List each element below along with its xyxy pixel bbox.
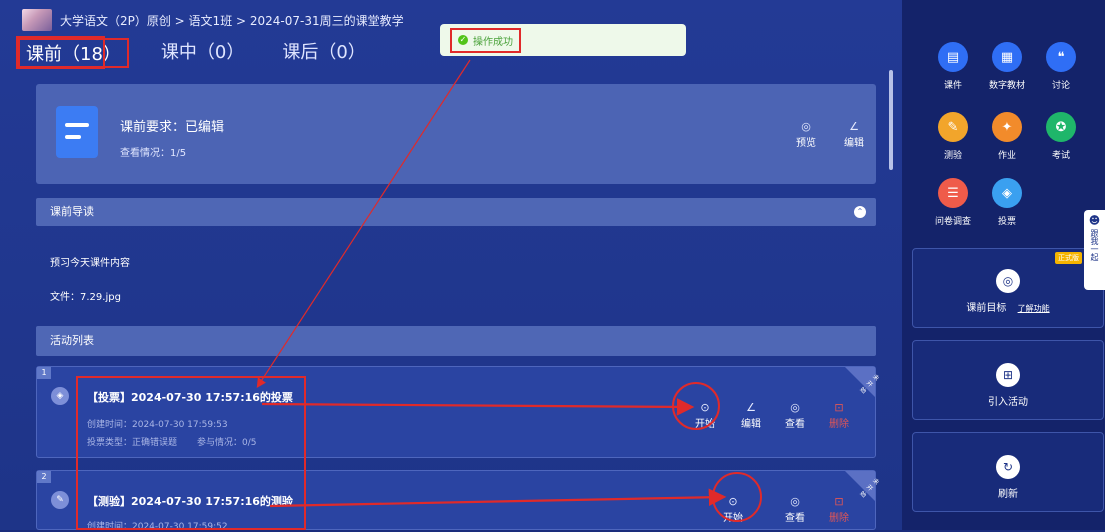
- breadcrumb: 大学语文（2P）原创 > 语文1班 > 2024-07-31周三的课堂教学: [22, 8, 404, 32]
- annotation-tab-box: [16, 36, 105, 69]
- tool-discussion[interactable]: ❝ 讨论: [1034, 42, 1088, 91]
- vote-icon: ◈: [51, 387, 69, 405]
- pencil-icon: ∠: [746, 401, 756, 414]
- tool-courseware[interactable]: ▤ 课件: [926, 42, 980, 91]
- breadcrumb-text[interactable]: 大学语文（2P）原创 > 语文1班 > 2024-07-31周三的课堂教学: [60, 12, 404, 29]
- import-label: 引入活动: [988, 397, 1028, 408]
- trash-icon: ⊡: [834, 495, 844, 508]
- tool-exam[interactable]: ✪ 考试: [1034, 112, 1088, 161]
- delete-label: 删除: [829, 419, 849, 430]
- view-button[interactable]: ◎ 查看: [785, 495, 805, 524]
- robot-icon: ☻: [1088, 214, 1101, 227]
- tool-label: 数字教材: [988, 81, 1025, 91]
- tool-label: 课件: [943, 81, 962, 91]
- tab-after-class[interactable]: 课后（0）: [276, 38, 371, 68]
- annotation-box: [76, 376, 306, 530]
- tool-survey[interactable]: ☰ 问卷调查: [926, 178, 980, 227]
- tool-label: 测验: [943, 151, 962, 161]
- tool-label: 作业: [997, 151, 1016, 161]
- toast-highlight: ✓ 操作成功: [450, 27, 521, 53]
- edit-button[interactable]: ∠ 编辑: [844, 120, 864, 149]
- refresh-label: 刷新: [998, 489, 1018, 500]
- eye-icon: ◎: [790, 401, 800, 414]
- course-thumbnail: [22, 9, 52, 31]
- guide-header[interactable]: 课前导读 ⌃: [36, 198, 876, 226]
- tool-label: 讨论: [1051, 81, 1070, 91]
- right-sidebar: ▤ 课件 ▦ 数字教材 ❝ 讨论 ✎ 测验 ✦ 作业 ✪ 考试 ☰ 问卷调查 ◈…: [902, 0, 1105, 530]
- toast-text: 操作成功: [473, 36, 513, 48]
- survey-icon: ☰: [938, 178, 968, 208]
- pencil-icon: ∠: [849, 120, 859, 133]
- status-text: 未开始: [858, 477, 881, 500]
- requirement-title: 课前要求：已编辑: [120, 120, 225, 135]
- refresh-icon: ↻: [996, 455, 1020, 479]
- status-ribbon: 未开始: [845, 471, 880, 501]
- status-text: 未开始: [858, 373, 881, 396]
- check-icon: ✓: [458, 35, 468, 45]
- success-toast: ✓ 操作成功: [440, 24, 686, 56]
- delete-button[interactable]: ⊡ 删除: [829, 401, 849, 430]
- discussion-icon: ❝: [1046, 42, 1076, 72]
- quiz-icon: ✎: [938, 112, 968, 142]
- view-label: 查看: [785, 513, 805, 524]
- textbook-icon: ▦: [992, 42, 1022, 72]
- document-icon: [56, 106, 98, 158]
- status-ribbon: 未开始: [845, 367, 880, 397]
- import-icon: ⊞: [996, 363, 1020, 387]
- requirement-views: 查看情况：1/5: [120, 148, 187, 159]
- trash-icon: ⊡: [834, 401, 844, 414]
- tool-vote[interactable]: ◈ 投票: [980, 178, 1034, 227]
- eye-icon: ◎: [790, 495, 800, 508]
- assistant-robot[interactable]: ☻ 跟我一起: [1084, 210, 1105, 290]
- quiz-icon: ✎: [51, 491, 69, 509]
- goal-label: 课前目标: [966, 303, 1007, 314]
- robot-label: 跟我一起: [1090, 229, 1099, 261]
- tab-in-class[interactable]: 课中（0）: [155, 38, 250, 68]
- import-activity-panel[interactable]: ⊞ 引入活动: [912, 340, 1104, 420]
- target-icon: ◎: [996, 269, 1020, 293]
- courseware-icon: ▤: [938, 42, 968, 72]
- tool-label: 问卷调查: [934, 217, 971, 227]
- learn-feature-link[interactable]: 了解功能: [1018, 304, 1050, 313]
- requirement-card: 课前要求：已编辑 查看情况：1/5 ◎ 预览 ∠ 编辑: [36, 84, 876, 184]
- exam-icon: ✪: [1046, 112, 1076, 142]
- annotation-circle: [712, 472, 762, 522]
- view-label: 查看: [785, 419, 805, 430]
- tool-quiz[interactable]: ✎ 测验: [926, 112, 980, 161]
- edit-button[interactable]: ∠ 编辑: [741, 401, 761, 430]
- refresh-panel[interactable]: ↻ 刷新: [912, 432, 1104, 512]
- tool-homework[interactable]: ✦ 作业: [980, 112, 1034, 161]
- activity-list-header: 活动列表: [36, 326, 876, 356]
- view-button[interactable]: ◎ 查看: [785, 401, 805, 430]
- preview-button[interactable]: ◎ 预览: [796, 120, 816, 149]
- guide-header-label: 课前导读: [50, 205, 94, 218]
- eye-icon: ◎: [801, 120, 811, 133]
- delete-label: 删除: [829, 513, 849, 524]
- scrollbar[interactable]: [889, 70, 893, 170]
- edit-label: 编辑: [844, 138, 864, 149]
- tool-label: 考试: [1051, 151, 1070, 161]
- release-badge: 正式版: [1055, 252, 1082, 264]
- edit-label: 编辑: [741, 419, 761, 430]
- collapse-icon[interactable]: ⌃: [854, 206, 866, 218]
- activity-list-label: 活动列表: [50, 334, 94, 347]
- activity-index: 2: [37, 471, 51, 483]
- preview-label: 预览: [796, 138, 816, 149]
- activity-index: 1: [37, 367, 51, 379]
- guide-content: 预习今天课件内容: [50, 258, 130, 269]
- tool-digital-textbook[interactable]: ▦ 数字教材: [980, 42, 1034, 91]
- delete-button[interactable]: ⊡ 删除: [829, 495, 849, 524]
- tool-label: 投票: [997, 217, 1016, 227]
- annotation-circle: [672, 382, 720, 430]
- main-panel: 大学语文（2P）原创 > 语文1班 > 2024-07-31周三的课堂教学 课前…: [0, 0, 902, 532]
- vote-icon: ◈: [992, 178, 1022, 208]
- guide-file-link[interactable]: 文件：7.29.jpg: [50, 288, 121, 303]
- homework-icon: ✦: [992, 112, 1022, 142]
